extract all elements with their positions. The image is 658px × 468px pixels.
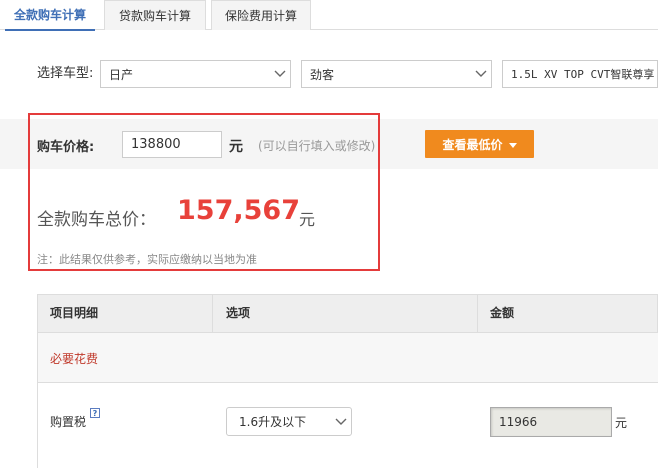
column-header-amount: 金额	[490, 306, 515, 320]
purchase-tax-amount[interactable]: 11966	[490, 407, 612, 437]
lowest-price-button[interactable]: 查看最低价	[425, 130, 534, 158]
series-select-value: 劲客	[310, 67, 335, 82]
table-row	[37, 333, 658, 383]
chevron-down-icon	[331, 409, 351, 435]
tab-bar	[0, 0, 658, 30]
purchase-tax-label: 购置税	[50, 415, 87, 429]
chevron-down-icon	[471, 61, 491, 87]
column-header-option: 选项	[226, 306, 251, 320]
section-title: 必要花费	[50, 352, 99, 366]
table-header	[37, 294, 658, 333]
engine-size-value: 1.6升及以下	[239, 415, 307, 429]
tab-full-payment[interactable]: 全款购车计算	[5, 0, 95, 31]
tab-loan[interactable]: 贷款购车计算	[104, 0, 206, 30]
brand-select-value: 日产	[109, 67, 134, 82]
model-select-label: 选择车型:	[37, 66, 94, 81]
trim-select-value: 1.5L XV TOP CVT智联尊享	[511, 68, 655, 81]
amount-unit: 元	[615, 416, 628, 430]
lowest-price-label: 查看最低价	[442, 137, 503, 152]
series-select[interactable]: 劲客	[301, 60, 492, 88]
highlight-box	[28, 113, 380, 271]
engine-size-select[interactable]: 1.6升及以下	[226, 407, 352, 436]
help-icon[interactable]: ?	[90, 408, 100, 418]
column-header-item: 项目明细	[50, 306, 99, 320]
brand-select[interactable]: 日产	[100, 60, 291, 88]
trim-select[interactable]: 1.5L XV TOP CVT智联尊享	[502, 60, 658, 88]
chevron-down-icon	[270, 61, 290, 87]
tab-insurance[interactable]: 保险费用计算	[211, 0, 311, 30]
caret-down-icon	[508, 137, 517, 151]
